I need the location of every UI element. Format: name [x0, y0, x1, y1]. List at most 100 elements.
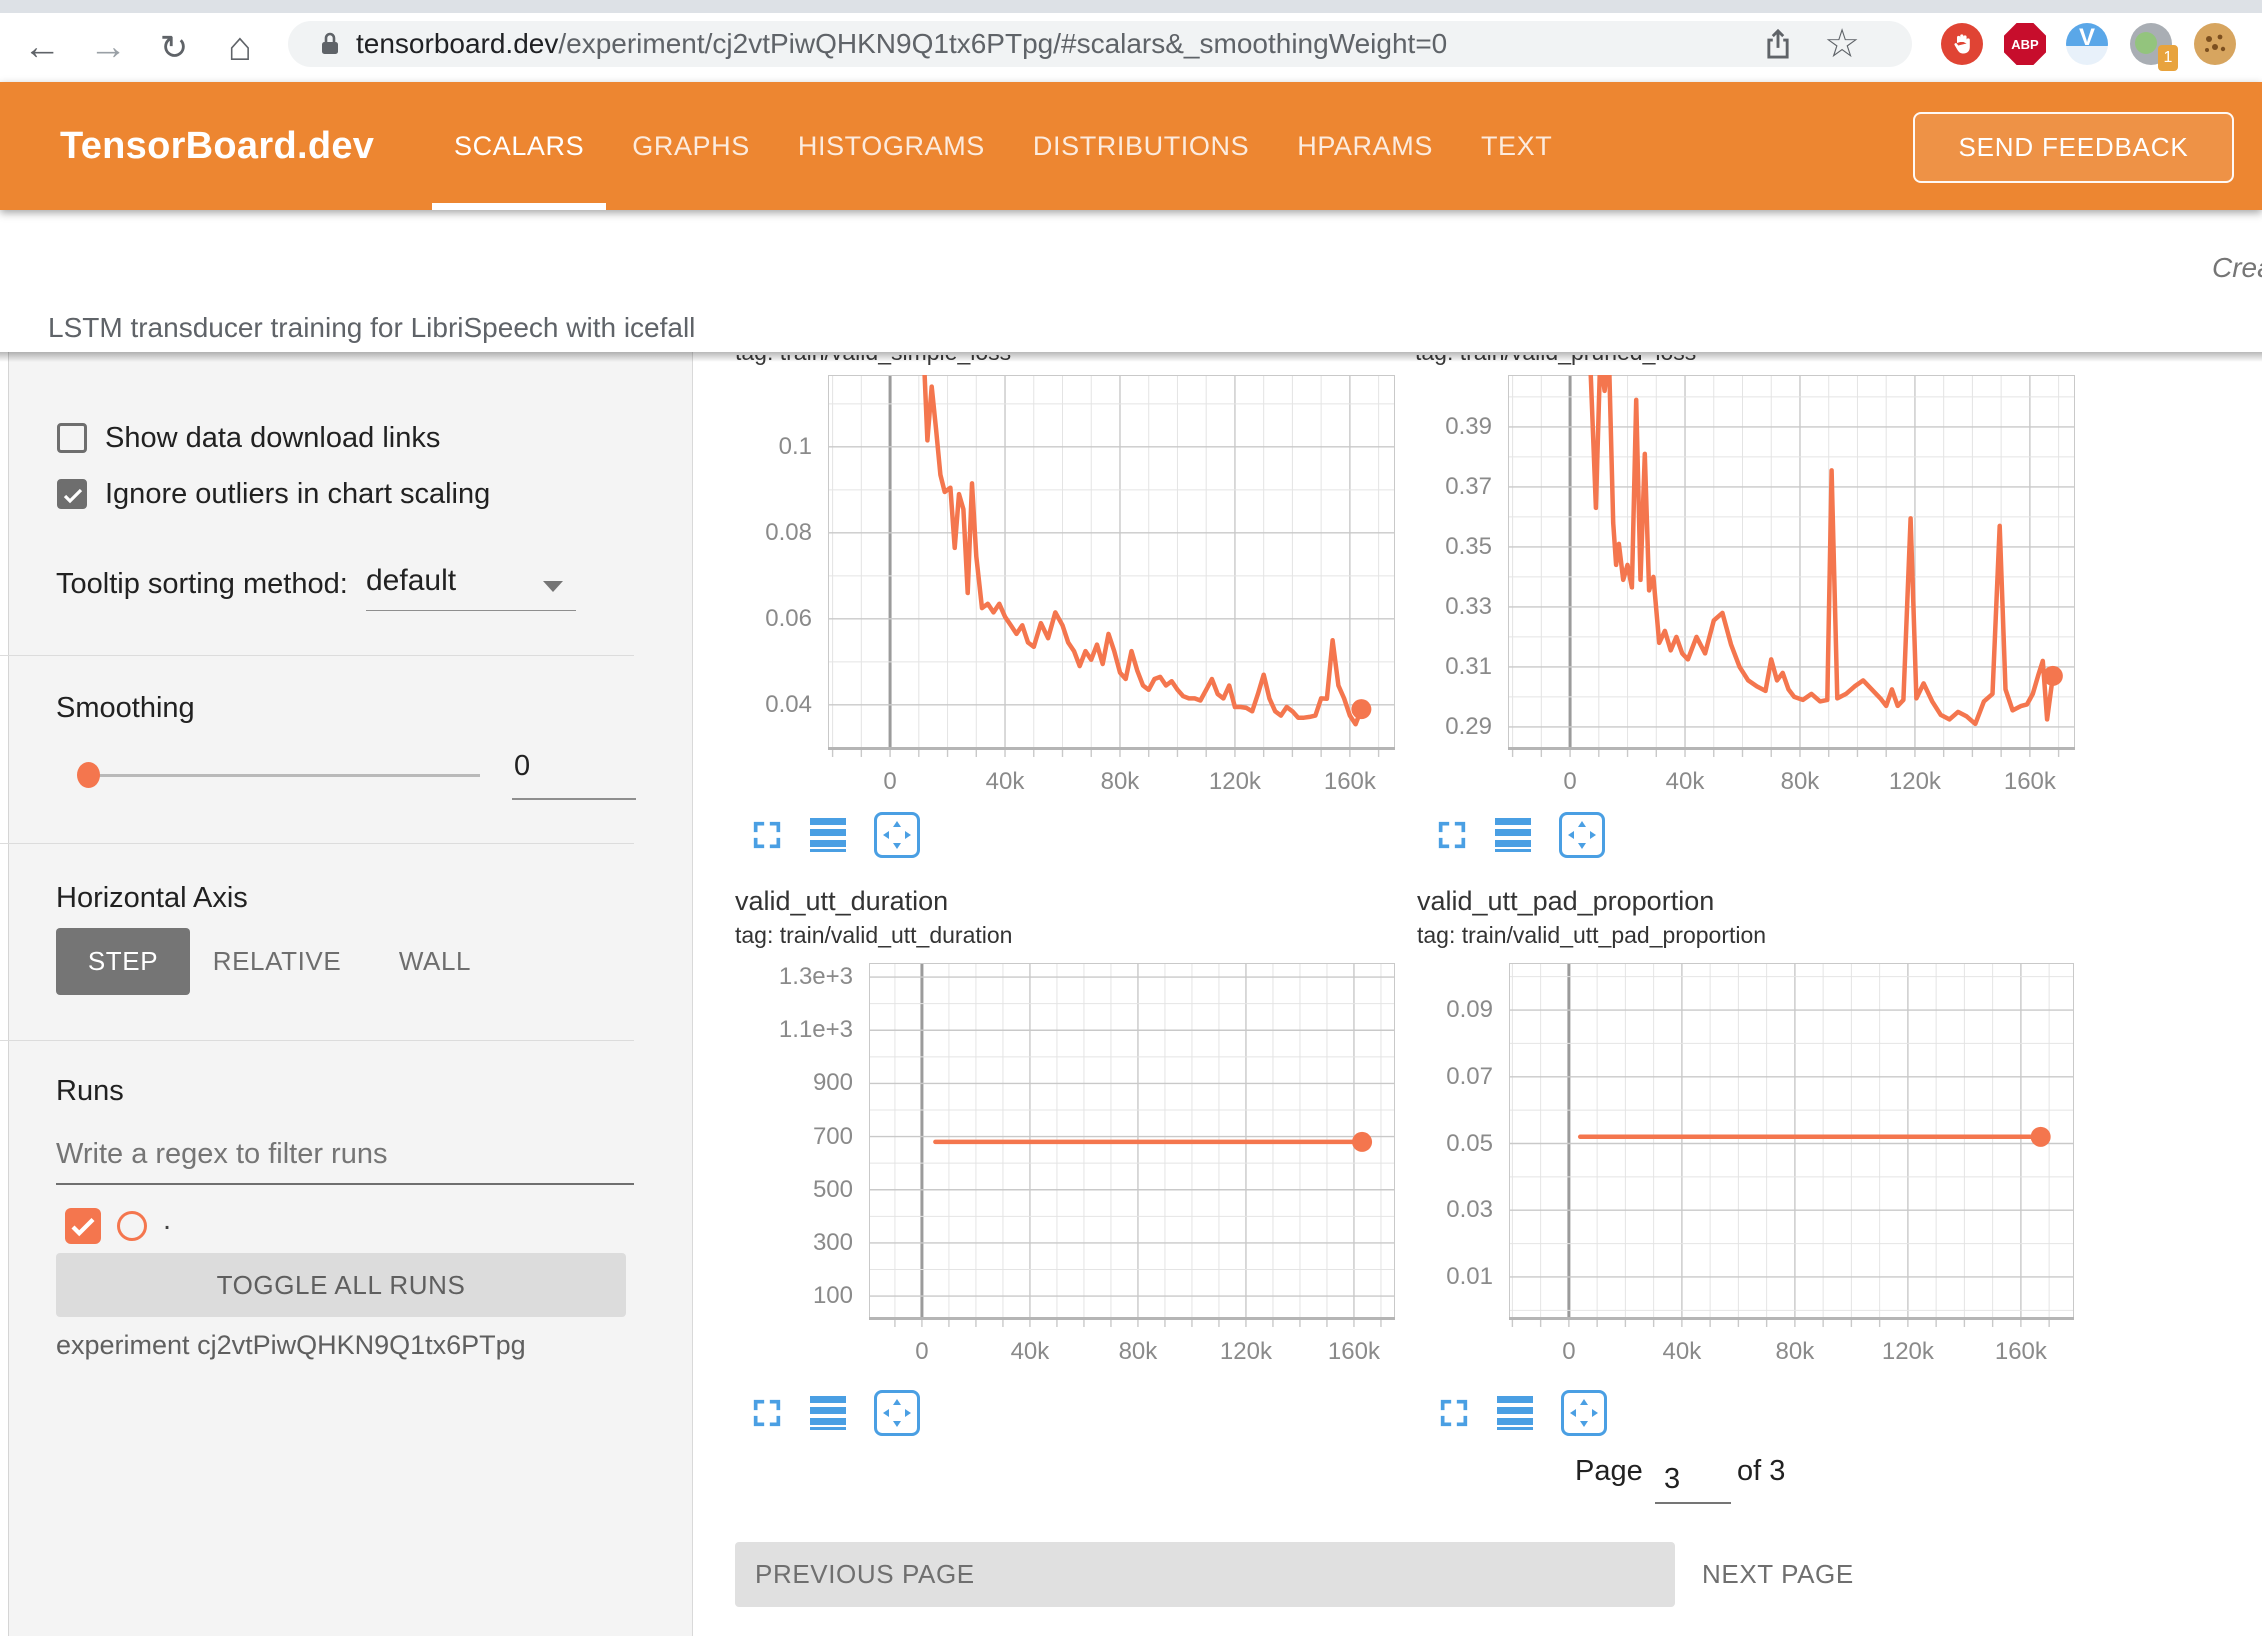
chart-plot-clipped-right[interactable] [1508, 375, 2075, 760]
chart-plot-valid-utt-duration[interactable] [869, 963, 1395, 1330]
fullscreen-icon[interactable] [1435, 818, 1469, 852]
reload-icon[interactable]: ↻ [146, 13, 202, 82]
tooltip-sorting-underline [366, 610, 576, 611]
sidebar-edge [0, 352, 9, 1636]
x-axis-tick-label: 0 [862, 1338, 982, 1366]
toggle-all-runs-button[interactable]: TOGGLE ALL RUNS [56, 1253, 626, 1317]
chart-toolbar [1435, 812, 1605, 858]
fit-domain-icon[interactable] [874, 1390, 920, 1436]
y-axis-tick-label: 0.31 [1380, 653, 1492, 681]
y-axis-tick-label: 0.07 [1381, 1063, 1493, 1091]
x-axis-tick-label: 40k [945, 768, 1065, 796]
chart-card-valid-utt-duration: valid_utt_duration tag: train/valid_utt_… [700, 880, 1410, 1440]
fullscreen-icon[interactable] [1437, 1396, 1471, 1430]
cookie-extension-icon[interactable] [2194, 23, 2236, 65]
share-icon[interactable] [1762, 27, 1794, 61]
x-axis-tick-label: 40k [970, 1338, 1090, 1366]
show-download-links-checkbox[interactable] [57, 423, 87, 453]
x-axis-tick-label: 80k [1078, 1338, 1198, 1366]
fit-domain-icon[interactable] [874, 812, 920, 858]
chart-card-clipped-left: tag: train/valid_simple_loss 0.040.060.0… [700, 352, 1410, 852]
fullscreen-icon[interactable] [750, 818, 784, 852]
data-table-icon[interactable] [1495, 818, 1533, 852]
chart-plot-valid-utt-pad-proportion[interactable] [1509, 963, 2074, 1330]
chevron-down-icon[interactable] [543, 581, 563, 592]
y-axis-tick-label: 0.09 [1381, 996, 1493, 1024]
next-page-button[interactable]: NEXT PAGE [1702, 1542, 1854, 1607]
nav-tabs: SCALARS GRAPHS HISTOGRAMS DISTRIBUTIONS … [430, 82, 1576, 210]
notification-badge: 1 [2158, 45, 2178, 71]
tab-histograms[interactable]: HISTOGRAMS [774, 82, 1009, 210]
send-feedback-button[interactable]: SEND FEEDBACK [1913, 112, 2234, 183]
scroll-shadow [0, 352, 2262, 362]
ignore-outliers-label[interactable]: Ignore outliers in chart scaling [105, 478, 490, 511]
run-name: . [163, 1204, 171, 1237]
data-table-icon[interactable] [810, 1396, 848, 1430]
url-bar[interactable]: tensorboard.dev/experiment/cj2vtPiwQHKN9… [288, 21, 1912, 67]
show-download-links-label[interactable]: Show data download links [105, 422, 440, 455]
run-color-swatch [117, 1211, 147, 1241]
adblock-plus-extension-icon[interactable]: ABP [2004, 23, 2046, 65]
run-checkbox[interactable] [65, 1208, 101, 1244]
y-axis-tick-label: 500 [741, 1176, 853, 1204]
x-axis-tick-label: 120k [1855, 768, 1975, 796]
y-axis-tick-label: 0.08 [700, 519, 812, 547]
tab-distributions[interactable]: DISTRIBUTIONS [1009, 82, 1273, 210]
chart-toolbar [750, 1390, 920, 1436]
y-axis-tick-label: 0.39 [1380, 413, 1492, 441]
chart-title: valid_utt_pad_proportion [1417, 886, 1714, 917]
ignore-outliers-checkbox[interactable] [57, 479, 87, 509]
axis-step-button[interactable]: STEP [56, 928, 190, 995]
chart-tag: tag: train/valid_utt_duration [735, 922, 1012, 949]
y-axis-tick-label: 0.05 [1381, 1130, 1493, 1158]
y-axis-tick-label: 0.01 [1381, 1263, 1493, 1291]
divider [0, 1040, 634, 1041]
profile-avatar-icon[interactable]: 1 [2130, 23, 2172, 65]
tab-hparams[interactable]: HPARAMS [1273, 82, 1457, 210]
page-label: Page [1575, 1455, 1643, 1488]
vimium-extension-icon[interactable]: V [2066, 23, 2108, 65]
tab-text[interactable]: TEXT [1457, 82, 1576, 210]
app-logo: TensorBoard.dev [60, 82, 374, 210]
url-text: tensorboard.dev/experiment/cj2vtPiwQHKN9… [356, 28, 1447, 60]
smoothing-slider-thumb[interactable] [77, 762, 100, 788]
runs-filter-input[interactable]: Write a regex to filter runs [56, 1138, 387, 1171]
axis-wall-button[interactable]: WALL [380, 928, 490, 995]
fit-domain-icon[interactable] [1559, 812, 1605, 858]
fit-domain-icon[interactable] [1561, 1390, 1607, 1436]
y-axis-tick-label: 0.03 [1381, 1196, 1493, 1224]
y-axis-tick-label: 700 [741, 1123, 853, 1151]
app-header: TensorBoard.dev SCALARS GRAPHS HISTOGRAM… [0, 82, 2262, 210]
home-icon[interactable]: ⌂ [212, 13, 268, 82]
x-axis-tick-label: 160k [1970, 768, 2090, 796]
tab-scalars[interactable]: SCALARS [430, 82, 608, 210]
tab-graphs[interactable]: GRAPHS [608, 82, 774, 210]
back-icon[interactable]: ← [14, 13, 70, 82]
fullscreen-icon[interactable] [750, 1396, 784, 1430]
tooltip-sorting-select[interactable]: default [366, 564, 456, 598]
chart-title: valid_utt_duration [735, 886, 948, 917]
chart-plot-clipped-left[interactable] [828, 375, 1395, 760]
x-axis-tick-label: 40k [1622, 1338, 1742, 1366]
smoothing-value[interactable]: 0 [514, 750, 530, 783]
runs-label: Runs [56, 1075, 124, 1108]
data-table-icon[interactable] [810, 818, 848, 852]
page-number-input[interactable] [1662, 1462, 1730, 1497]
created-text-clipped: Crea [2212, 252, 2262, 284]
divider [0, 655, 634, 656]
data-table-icon[interactable] [1497, 1396, 1535, 1430]
axis-relative-button[interactable]: RELATIVE [210, 928, 344, 995]
smoothing-slider-track[interactable] [88, 774, 480, 777]
adblock-extension-icon[interactable] [1941, 23, 1983, 65]
x-axis-tick-label: 80k [1735, 1338, 1855, 1366]
y-axis-tick-label: 0.37 [1380, 473, 1492, 501]
settings-sidebar: Show data download links Ignore outliers… [0, 352, 693, 1636]
chart-card-valid-utt-pad-proportion: valid_utt_pad_proportion tag: train/vali… [1380, 880, 2090, 1440]
experiment-title: LSTM transducer training for LibriSpeech… [48, 312, 695, 344]
forward-icon[interactable]: → [80, 13, 136, 82]
browser-chrome: ← → ↻ ⌂ tensorboard.dev/experiment/cj2vt… [0, 0, 2262, 82]
bookmark-star-icon[interactable]: ☆ [1824, 21, 1860, 67]
divider [0, 843, 634, 844]
x-axis-tick-label: 120k [1175, 768, 1295, 796]
previous-page-button[interactable]: PREVIOUS PAGE [735, 1542, 1675, 1607]
